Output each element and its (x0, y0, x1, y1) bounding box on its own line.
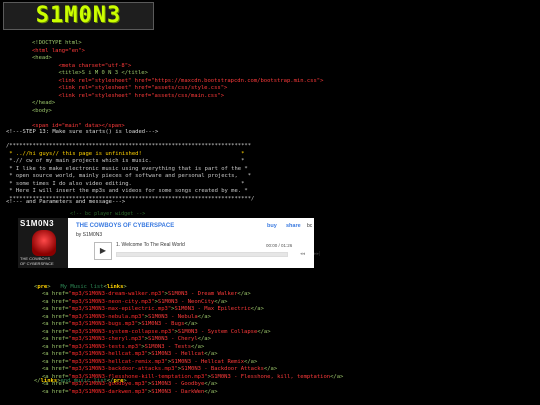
link-href: "mp3/S1M0N3-cheryl.mp3" (68, 336, 145, 342)
link-href: "mp3/S1M0N3-hellcat-remix.mp3" (68, 358, 168, 365)
link-href: "mp3/S1M0N3-tests.mp3" (68, 343, 142, 350)
list-item: <a href="mp3/S1M0N3-bugs.mp3">S1M0N3 - B… (42, 321, 198, 327)
list-item: <a href="mp3/S1M0N3-nebula.mp3">S1M0N3 -… (42, 313, 211, 320)
progress-bar[interactable] (116, 252, 288, 257)
track-link[interactable]: S1M0N3 - NeonCity (158, 299, 214, 305)
track-link[interactable]: S1M0N3 - Backdoor Attacks (181, 366, 264, 372)
code-line: <html lang="en"> (32, 47, 85, 54)
track-link[interactable]: S1M0N3 - Hellcat (151, 351, 204, 357)
next-track-button[interactable]: ▸▸| (314, 251, 320, 259)
comment-line: * some times I do also video editing. * (6, 180, 245, 187)
banner-comment: /***************************************… (6, 143, 540, 203)
play-button[interactable]: ▶ (94, 242, 112, 260)
step-comment: <!---STEP 13: Make sure starts() is load… (6, 129, 159, 135)
list-item: <a href="mp3/S1M0N3-max-epilectric.mp3">… (42, 306, 264, 312)
bandcamp-logo[interactable]: bc (307, 223, 312, 231)
code-line: <head> (32, 55, 52, 61)
skull-icon (32, 230, 56, 256)
link-href: "mp3/S1M0N3-backdoor-attacks.mp3" (68, 366, 178, 372)
code-line: <!DOCTYPE html> (32, 40, 82, 46)
comment-line: * I like to make electronic music using … (6, 165, 248, 172)
link-href: "mp3/S1M0N3-system-collapse.mp3" (68, 328, 175, 335)
buy-button[interactable]: buy (267, 223, 277, 231)
link-href: "mp3/S1M0N3-darkwen.mp3" (68, 388, 148, 395)
track-link[interactable]: S1M0N3 - Bugs (141, 321, 184, 327)
list-item: <a href="mp3/S1M0N3-hellcat-remix.mp3">S… (42, 358, 258, 365)
comment-line: * open source world, mainly pieces of so… (6, 173, 252, 179)
pre-close-line: </links>end music list</pre> (34, 378, 127, 384)
track-title: 1. Welcome To The Real World (116, 242, 185, 248)
comment-line: * ..//hi guys// this page is unfinished!… (6, 150, 245, 157)
album-cover[interactable]: S1M0N3 THE COWBOYS OF CYBERSPACE (18, 218, 68, 268)
track-link[interactable]: S1M0N3 - System Collapse (178, 329, 257, 335)
track-link[interactable]: S1M0N3 - Cheryl (148, 336, 198, 342)
params-comment: <!--- and Parameters and message---> (6, 199, 126, 205)
track-link[interactable]: S1M0N3 - Hellcat Remix (171, 359, 244, 365)
list-item: <a href="mp3/S1M0N3-neon-city.mp3">S1M0N… (42, 298, 228, 305)
list-item: <a href="mp3/S1M0N3-darkwen.mp3">S1M0N3 … (42, 388, 218, 395)
previous-track-button[interactable]: ◂◂ (300, 251, 305, 259)
album-title-link[interactable]: THE COWBOYS OF CYBERSPACE (76, 223, 174, 231)
code-line: <body> (32, 107, 52, 114)
track-time: 00:00 / 01:26 (266, 243, 293, 248)
code-line: <link rel="stylesheet" href="assets/css/… (32, 85, 228, 91)
code-line: <title>S i M 0 N 3 </title> (32, 70, 148, 76)
share-button[interactable]: share (286, 223, 301, 231)
track-link[interactable]: S1M0N3 - DarkWen (151, 389, 204, 395)
track-link[interactable]: S1M0N3 - Dream Walker (168, 291, 238, 297)
code-line: </head> (32, 100, 56, 106)
track-link[interactable]: S1M0N3 - Max Epilectric (174, 306, 250, 312)
link-href: "mp3/S1M0N3-nebula.mp3" (68, 313, 145, 320)
play-icon: ▶ (99, 246, 107, 256)
comment-line: /***************************************… (6, 143, 252, 149)
head-code: <!DOCTYPE html> <html lang="en"> <head> <m… (32, 40, 540, 130)
link-href: "mp3/S1M0N3-dream-walker.mp3" (68, 291, 165, 297)
link-href: "mp3/S1M0N3-hellcat.mp3" (68, 351, 148, 357)
link-href: "mp3/S1M0N3-neon-city.mp3" (68, 298, 155, 305)
track-link[interactable]: S1M0N3 - Nebula (148, 314, 198, 320)
bandcamp-player[interactable]: S1M0N3 THE COWBOYS OF CYBERSPACE THE COW… (18, 218, 320, 268)
list-item: <a href="mp3/S1M0N3-backdoor-attacks.mp3… (42, 366, 278, 372)
list-item: <a href="mp3/S1M0N3-hellcat.mp3">S1M0N3 … (42, 351, 218, 357)
code-line: <link rel="stylesheet" href="https://max… (32, 77, 324, 84)
list-item: <a href="mp3/S1M0N3-system-collapse.mp3"… (42, 328, 271, 335)
code-line: <link rel="stylesheet" href="assets/css/… (32, 92, 225, 99)
list-item: <a href="mp3/S1M0N3-tests.mp3">S1M0N3 - … (42, 343, 205, 350)
comment-line: * Here I will insert the mp3s and videos… (6, 188, 248, 194)
site-logo: S1M0N3 (3, 2, 154, 30)
list-item: <a href="mp3/S1M0N3-dream-walker.mp3">S1… (42, 291, 251, 297)
code-line: <meta charset="utf-8"> (32, 62, 132, 69)
track-link[interactable]: S1M0N3 - Tests (145, 344, 191, 350)
list-item: <a href="mp3/S1M0N3-cheryl.mp3">S1M0N3 -… (42, 336, 211, 342)
cover-title: S1M0N3 (20, 219, 55, 228)
artist-link[interactable]: by S1M0N3 (76, 232, 102, 240)
link-href: "mp3/S1M0N3-max-epilectric.mp3" (68, 306, 172, 312)
comment-line: *.// cw of my main projects which is mus… (6, 158, 245, 164)
link-href: "mp3/S1M0N3-bugs.mp3" (68, 321, 139, 327)
cover-subtitle: THE COWBOYS OF CYBERSPACE (20, 256, 54, 266)
